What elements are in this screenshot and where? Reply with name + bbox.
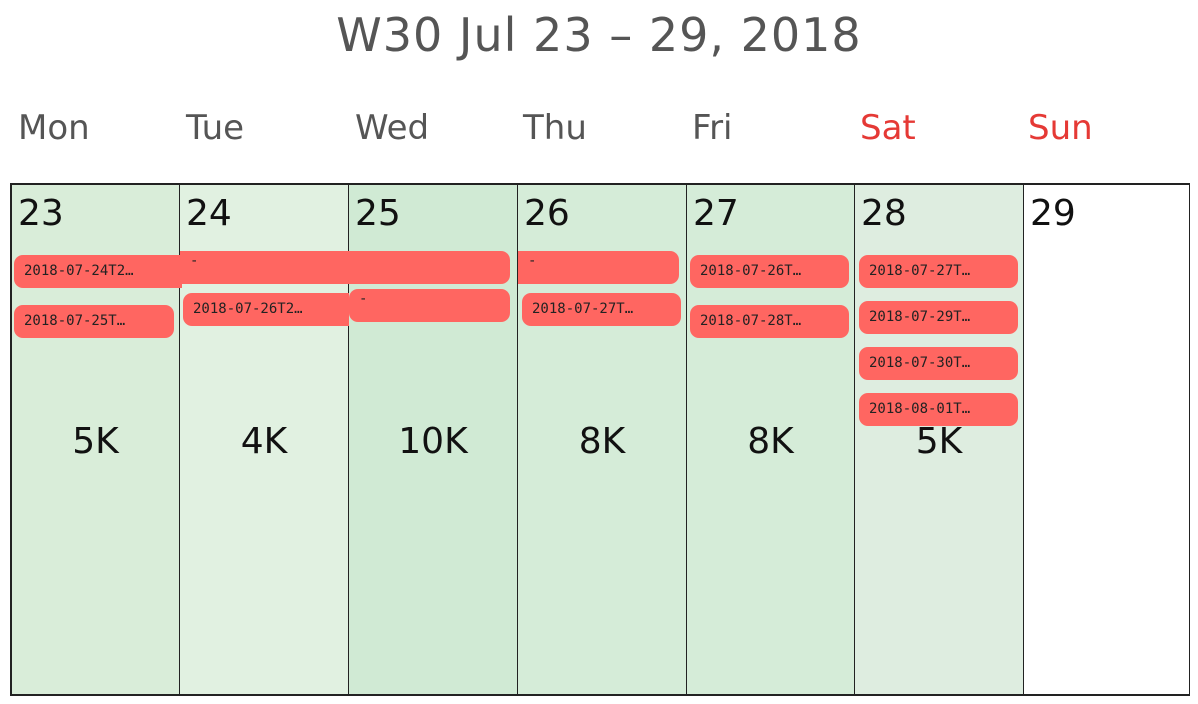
calendar-event[interactable]: 2018-07-28T…: [690, 305, 849, 338]
calendar-event[interactable]: 2018-07-24T2…: [14, 255, 182, 288]
day-number: 29: [1030, 193, 1076, 234]
day-total: 8K: [578, 421, 626, 462]
weekday-mon: Mon: [18, 108, 90, 148]
weekday-wed: Wed: [355, 108, 430, 148]
day-total: 10K: [398, 421, 468, 462]
calendar-event[interactable]: -: [349, 289, 510, 322]
weekday-header: Mon Tue Wed Thu Fri Sat Sun: [10, 108, 1190, 152]
day-total: 5K: [72, 421, 119, 462]
calendar-event[interactable]: 2018-08-01T…: [859, 393, 1018, 426]
weekday-fri: Fri: [692, 108, 733, 148]
week-grid: 23 5K 24 4K 25 10K 26 8K 27 8K 28 5K 29 …: [10, 183, 1190, 696]
calendar-event[interactable]: 2018-07-25T…: [14, 305, 174, 338]
day-number: 25: [355, 193, 401, 234]
calendar-event[interactable]: 2018-07-26T…: [690, 255, 849, 288]
weekday-thu: Thu: [523, 108, 587, 148]
day-total: 8K: [747, 421, 794, 462]
calendar-event[interactable]: 2018-07-27T…: [859, 255, 1018, 288]
weekday-sat: Sat: [860, 108, 916, 148]
weekday-sun: Sun: [1028, 108, 1093, 148]
day-number: 23: [18, 193, 64, 234]
calendar-event[interactable]: 2018-07-26T2…: [183, 293, 349, 326]
day-total: 5K: [915, 421, 963, 462]
day-number: 27: [693, 193, 739, 234]
day-number: 24: [186, 193, 232, 234]
calendar-event[interactable]: -: [518, 251, 679, 284]
day-number: 26: [524, 193, 570, 234]
calendar-event[interactable]: 2018-07-30T…: [859, 347, 1018, 380]
weekday-tue: Tue: [186, 108, 245, 148]
day-cell-29[interactable]: 29: [1024, 185, 1190, 694]
calendar-event[interactable]: 2018-07-29T…: [859, 301, 1018, 334]
calendar-event[interactable]: -: [180, 251, 510, 284]
calendar-title: W30 Jul 23 – 29, 2018: [336, 8, 862, 62]
day-number: 28: [861, 193, 907, 234]
day-total: 4K: [240, 421, 288, 462]
calendar-event[interactable]: 2018-07-27T…: [522, 293, 681, 326]
